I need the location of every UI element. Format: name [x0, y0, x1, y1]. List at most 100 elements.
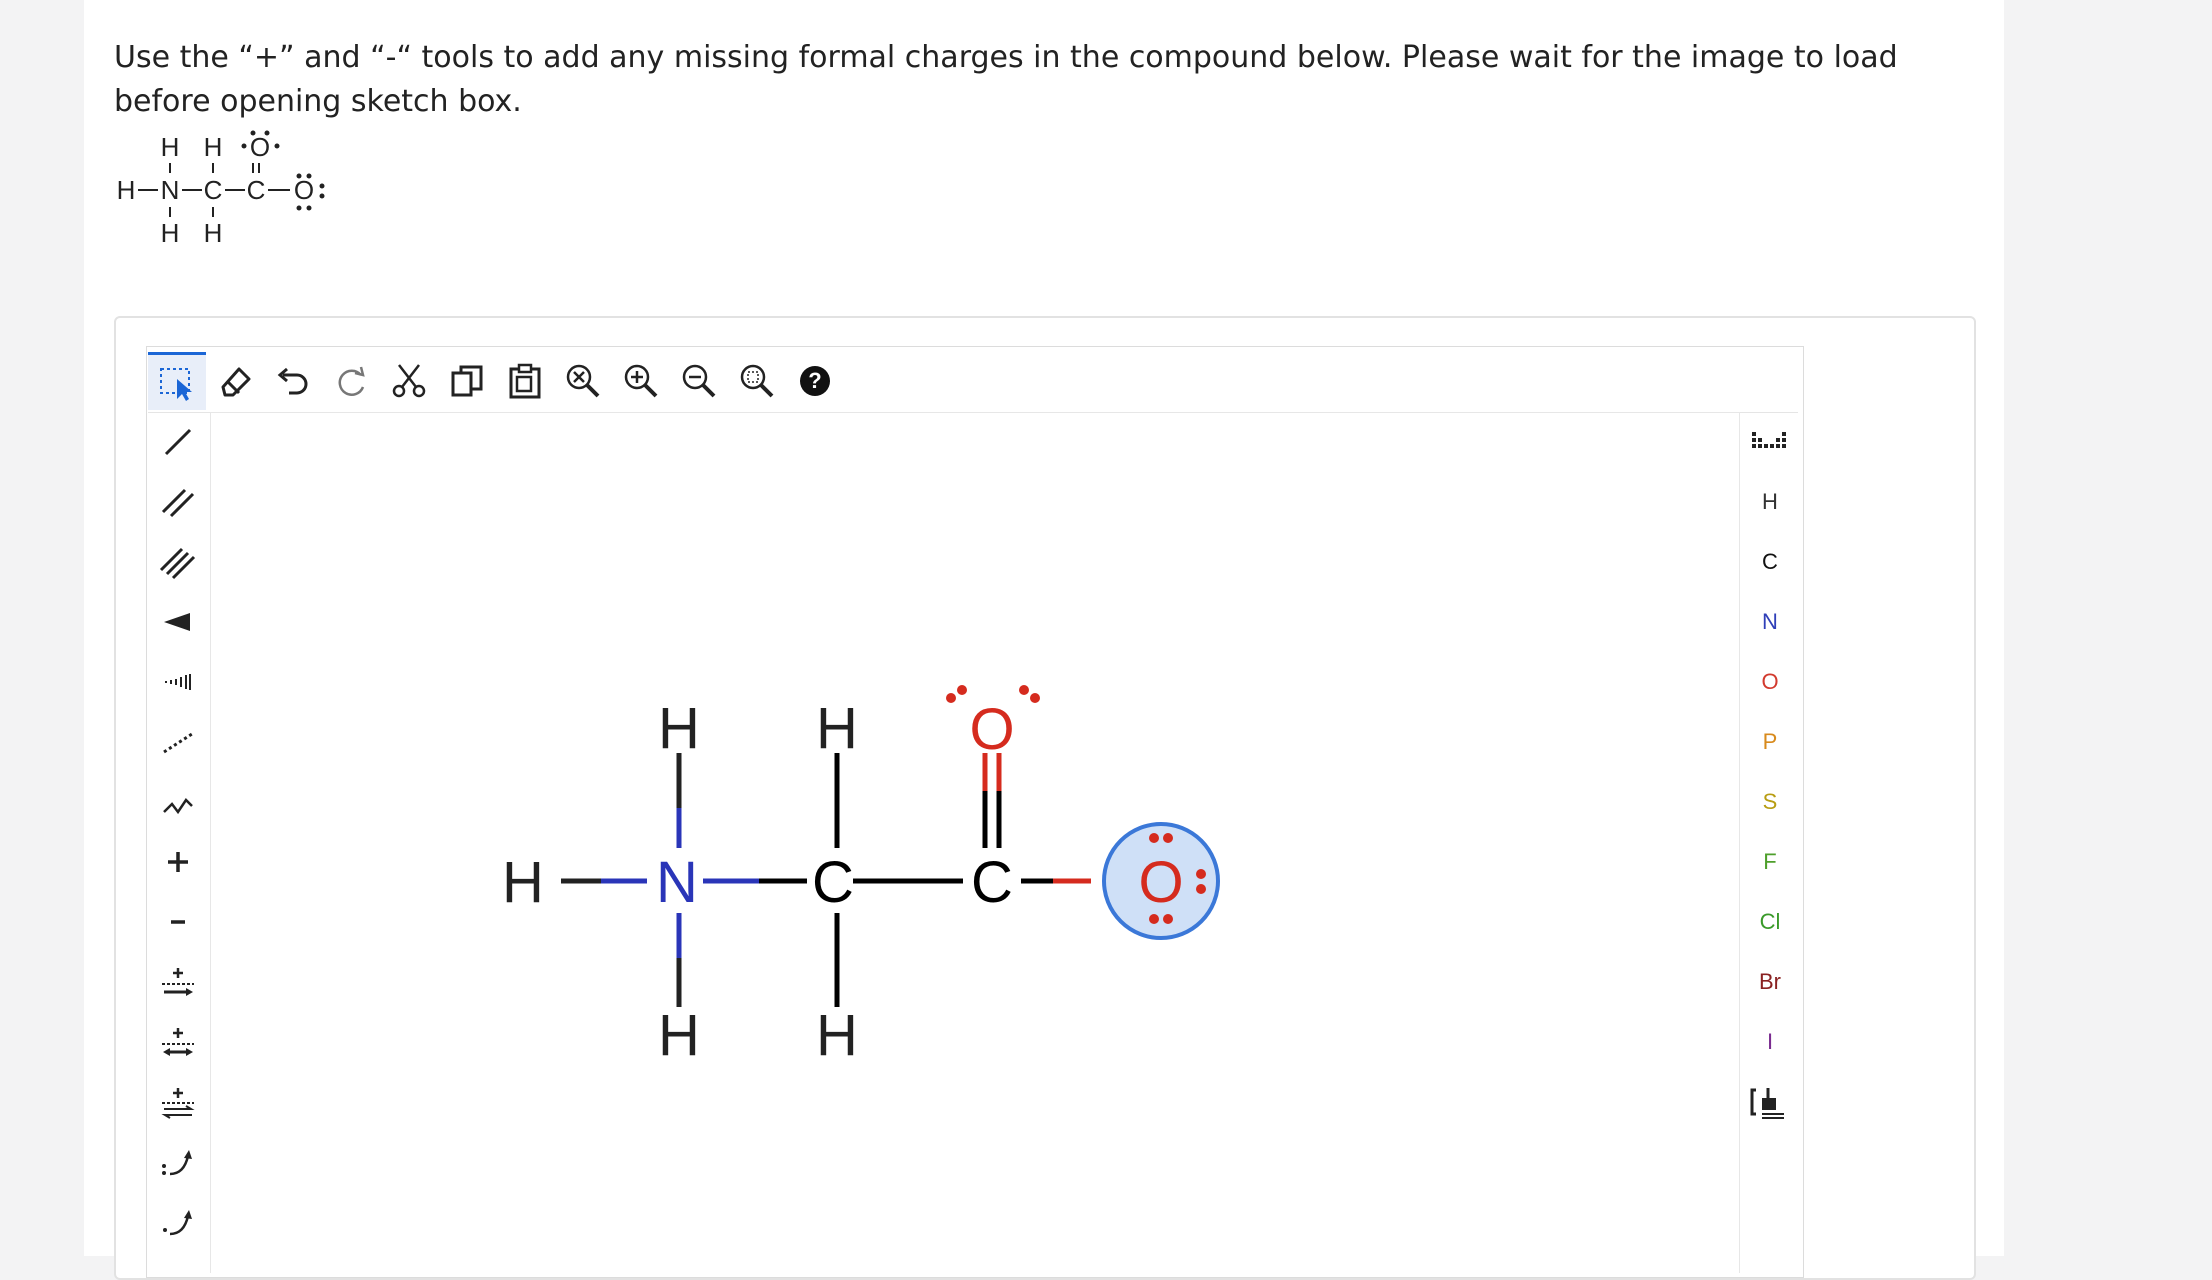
element-n-button[interactable]: N	[1740, 592, 1800, 652]
dashed-bond-icon	[163, 732, 193, 754]
element-c-button[interactable]: C	[1740, 532, 1800, 592]
atom-c2: C	[971, 850, 1013, 915]
element-p-label: P	[1762, 729, 1778, 754]
copy-icon	[451, 365, 483, 397]
wedge-bond-icon	[164, 613, 190, 631]
element-h-button[interactable]: H	[1740, 472, 1800, 532]
element-o-label: O	[1761, 669, 1779, 694]
zoom-in-icon	[624, 364, 658, 398]
electron-pair-arrow-button[interactable]	[148, 1132, 208, 1192]
question-instructions: Use the “+” and “-“ tools to add any mis…	[114, 40, 1898, 119]
element-o-button[interactable]: O	[1740, 652, 1800, 712]
ref-atom-c2: C	[247, 175, 266, 205]
equilibrium-arrow-button[interactable]	[148, 1072, 208, 1132]
chain-button[interactable]	[148, 772, 208, 832]
single-bond-icon	[164, 428, 192, 456]
equilibrium-arrow-icon	[161, 1088, 195, 1119]
double-bond-icon	[161, 488, 195, 518]
ref-atom-h3: H	[117, 175, 136, 205]
drawing-canvas[interactable]: H N C C O H H H H O	[210, 412, 1740, 1273]
paste-button[interactable]	[496, 352, 554, 410]
ref-atom-o1: O	[250, 132, 270, 162]
ref-atom-h4: H	[161, 218, 180, 248]
copy-button[interactable]	[438, 352, 496, 410]
dashed-bond-button[interactable]	[148, 712, 208, 772]
plus-charge-icon	[168, 852, 188, 872]
left-toolbar	[148, 412, 208, 1252]
element-h-label: H	[1762, 489, 1778, 514]
atom-h-c1-top: H	[816, 696, 858, 761]
cut-button[interactable]	[380, 352, 438, 410]
reference-structure: H H O H N C C O H H	[117, 130, 325, 248]
undo-button[interactable]	[264, 352, 322, 410]
template-button[interactable]	[1740, 1072, 1800, 1132]
atom-h-n-bottom: H	[658, 1003, 700, 1068]
eraser-icon	[221, 367, 251, 397]
select-icon	[160, 367, 192, 401]
ref-atom-c1: C	[204, 175, 223, 205]
hash-bond-button[interactable]	[148, 652, 208, 712]
redo-button[interactable]	[322, 352, 380, 410]
single-electron-arrow-icon	[163, 1210, 192, 1236]
element-c-label: C	[1762, 549, 1778, 574]
single-bond-button[interactable]	[148, 412, 208, 472]
ref-atom-n: N	[161, 175, 180, 205]
periodic-table-icon	[1752, 432, 1786, 448]
atom-n: N	[656, 850, 698, 915]
ref-atom-o2: O	[294, 175, 314, 205]
element-i-button[interactable]: I	[1740, 1012, 1800, 1072]
atom-o-carbonyl: O	[969, 697, 1014, 762]
element-p-button[interactable]: P	[1740, 712, 1800, 772]
atom-h-left: H	[502, 850, 544, 915]
eraser-button[interactable]	[206, 352, 264, 410]
element-br-button[interactable]: Br	[1740, 952, 1800, 1012]
zoom-in-button[interactable]	[612, 352, 670, 410]
triple-bond-icon	[159, 547, 196, 580]
element-s-button[interactable]: S	[1740, 772, 1800, 832]
electron-pair-arrow-icon	[162, 1150, 192, 1176]
minus-charge-button[interactable]	[148, 892, 208, 952]
zoom-select-button[interactable]	[728, 352, 786, 410]
molecule-drawing[interactable]: H N C C O H H H H O	[211, 413, 1739, 1273]
zoom-fit-button[interactable]	[554, 352, 612, 410]
resonance-arrow-icon	[162, 1028, 194, 1056]
resonance-arrow-button[interactable]	[148, 1012, 208, 1072]
chain-icon	[163, 798, 193, 815]
element-cl-label: Cl	[1759, 909, 1781, 934]
template-icon	[1750, 1088, 1784, 1119]
atom-h-c1-bottom: H	[816, 1003, 858, 1068]
zoom-select-icon	[740, 364, 774, 398]
ref-atom-h1: H	[161, 132, 180, 162]
element-f-label: F	[1763, 849, 1777, 874]
periodic-table-button[interactable]	[1740, 412, 1800, 472]
element-cl-button[interactable]: Cl	[1740, 892, 1800, 952]
atom-o-hydroxyl: O	[1138, 850, 1183, 915]
undo-icon	[277, 367, 308, 395]
paste-icon	[509, 363, 541, 399]
atom-h-n-top: H	[658, 696, 700, 761]
right-toolbar: H C N O P S F Cl Br I	[1740, 412, 1800, 1132]
atom-c1: C	[812, 850, 854, 915]
single-electron-arrow-button[interactable]	[148, 1192, 208, 1252]
zoom-out-button[interactable]	[670, 352, 728, 410]
triple-bond-button[interactable]	[148, 532, 208, 592]
element-s-label: S	[1762, 789, 1778, 814]
help-button[interactable]: ?	[786, 352, 844, 410]
double-bond-button[interactable]	[148, 472, 208, 532]
svg-text:?: ?	[808, 368, 821, 393]
ref-atom-h2: H	[204, 132, 223, 162]
element-i-label: I	[1766, 1029, 1774, 1054]
wedge-bond-button[interactable]	[148, 592, 208, 652]
ref-atom-h5: H	[204, 218, 223, 248]
top-toolbar: ?	[148, 350, 1798, 413]
reaction-arrow-icon	[162, 968, 194, 996]
redo-icon	[338, 366, 365, 396]
plus-charge-button[interactable]	[148, 832, 208, 892]
reaction-arrow-button[interactable]	[148, 952, 208, 1012]
minus-charge-icon	[171, 920, 185, 924]
hash-bond-icon	[165, 674, 191, 690]
select-tool-button[interactable]	[148, 352, 206, 410]
element-n-label: N	[1762, 609, 1778, 634]
element-f-button[interactable]: F	[1740, 832, 1800, 892]
zoom-out-icon	[682, 364, 716, 398]
